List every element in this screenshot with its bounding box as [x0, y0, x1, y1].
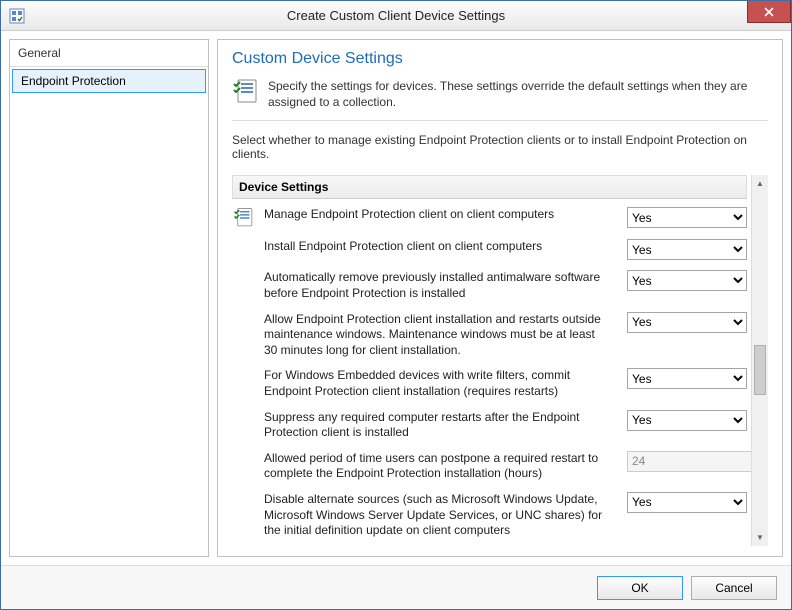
setting-label: Allow Endpoint Protection client install… [264, 312, 619, 359]
setting-label: Disable alternate sources (such as Micro… [264, 492, 619, 539]
settings-panel: Device Settings Manage Endpoint Protecti… [232, 175, 751, 546]
description-row: Specify the settings for devices. These … [232, 78, 768, 121]
setting-control: YesNo [627, 270, 747, 291]
setting-select[interactable]: YesNo [627, 270, 747, 291]
group-header: Device Settings [232, 175, 747, 199]
setting-label: Automatically remove previously installe… [264, 270, 619, 301]
cancel-button[interactable]: Cancel [691, 576, 777, 600]
setting-label: Allowed period of time users can postpon… [264, 451, 619, 482]
setting-row: Allow Endpoint Protection client install… [232, 308, 747, 365]
setting-label: Manage Endpoint Protection client on cli… [264, 207, 619, 223]
setting-control: YesNo [627, 368, 747, 389]
instruction-text: Select whether to manage existing Endpoi… [232, 133, 768, 161]
setting-control: YesNo [627, 410, 747, 431]
setting-row: For Windows Embedded devices with write … [232, 364, 747, 405]
checklist-icon [232, 207, 256, 229]
settings-scroll-wrap: Device Settings Manage Endpoint Protecti… [232, 175, 768, 546]
setting-label: For Windows Embedded devices with write … [264, 368, 619, 399]
setting-control: YesNo [627, 207, 747, 228]
setting-control: YesNo [627, 492, 747, 513]
setting-select[interactable]: YesNo [627, 368, 747, 389]
close-button[interactable] [747, 1, 791, 23]
scrollbar[interactable]: ▲ ▼ [751, 175, 768, 546]
main-panel: Custom Device Settings Specify the setti… [217, 39, 783, 557]
window-title: Create Custom Client Device Settings [1, 8, 791, 23]
sidebar-item-label: Endpoint Protection [21, 74, 126, 88]
setting-row: Install Endpoint Protection client on cl… [232, 235, 747, 266]
page-title: Custom Device Settings [232, 50, 768, 68]
setting-select[interactable]: YesNo [627, 207, 747, 228]
setting-control: ▲▼ [627, 451, 747, 473]
dialog-window: Create Custom Client Device Settings Gen… [0, 0, 792, 610]
checklist-icon [232, 78, 260, 106]
description-text: Specify the settings for devices. These … [268, 78, 768, 110]
setting-row: Manage Endpoint Protection client on cli… [232, 203, 747, 235]
setting-control: YesNo [627, 239, 747, 260]
setting-row: Automatically remove previously installe… [232, 266, 747, 307]
setting-select[interactable]: YesNo [627, 492, 747, 513]
setting-select[interactable]: YesNo [627, 239, 747, 260]
scroll-down-icon[interactable]: ▼ [752, 529, 768, 546]
setting-label: Install Endpoint Protection client on cl… [264, 239, 619, 255]
scroll-up-icon[interactable]: ▲ [752, 175, 768, 192]
app-settings-icon [9, 8, 25, 24]
setting-control: YesNo [627, 312, 747, 333]
setting-row: Allowed period of time users can postpon… [232, 447, 747, 488]
ok-button[interactable]: OK [597, 576, 683, 600]
sidebar-item-endpoint-protection[interactable]: Endpoint Protection [12, 69, 206, 93]
setting-select[interactable]: YesNo [627, 410, 747, 431]
setting-row: Suppress any required computer restarts … [232, 406, 747, 447]
sidebar-header: General [10, 40, 208, 67]
scroll-thumb[interactable] [754, 345, 766, 395]
body-area: General Endpoint Protection Custom Devic… [1, 31, 791, 565]
setting-spinner: ▲▼ [627, 451, 747, 473]
sidebar: General Endpoint Protection [9, 39, 209, 557]
setting-label: Suppress any required computer restarts … [264, 410, 619, 441]
spinner-input [627, 451, 751, 472]
dialog-footer: OK Cancel [1, 565, 791, 609]
titlebar: Create Custom Client Device Settings [1, 1, 791, 31]
setting-select[interactable]: YesNo [627, 312, 747, 333]
setting-row: Disable alternate sources (such as Micro… [232, 488, 747, 545]
